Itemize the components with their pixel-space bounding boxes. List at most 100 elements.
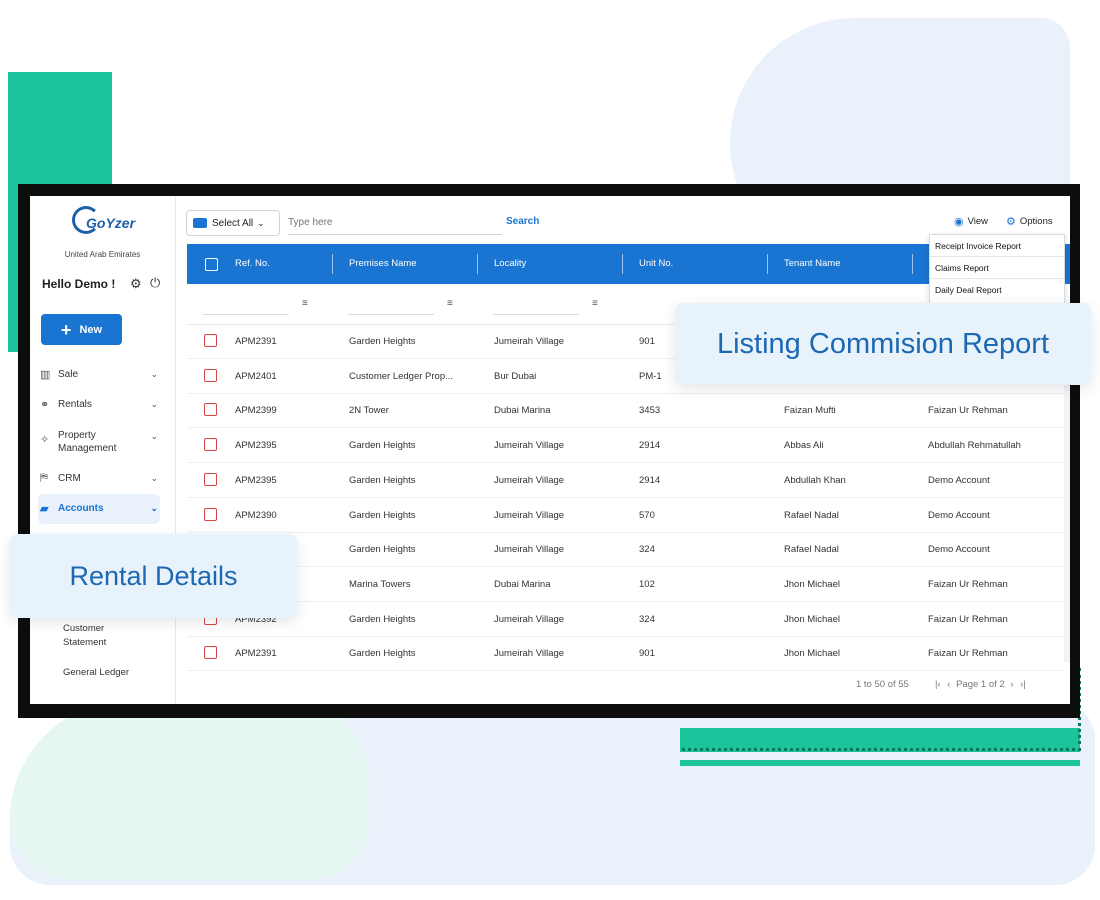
table-row[interactable]: APM2391 Garden Heights Jumeirah Village 901… [187,636,1064,672]
table-cell: Abbas Ali [784,440,824,452]
column-header-ref-no[interactable]: Ref. No. [235,258,270,269]
row-checkbox[interactable] [204,368,217,382]
view-button[interactable]: ◉ View [954,215,988,228]
menu-item-receipt-invoice-report[interactable]: Receipt Invoice Report [930,235,1064,257]
table-cell: Jhon Michael [784,613,840,625]
sidebar-item-label: Accounts [58,503,104,514]
table-row[interactable]: APM2395 Garden Heights Jumeirah Village 291… [187,428,1064,464]
search-input[interactable] [288,210,502,235]
page-indicator: Page 1 of 2 [956,679,1005,690]
rental-details-card: Rental Details [10,534,297,618]
table-cell: Abdullah Khan [784,474,846,486]
power-icon[interactable]: ⏻ [150,275,160,291]
table-cell: 324 [639,613,655,625]
filter-input-ref-no[interactable] [203,314,289,315]
first-page-icon[interactable]: |‹ [935,679,941,690]
new-button[interactable]: + New [41,314,122,345]
chevron-down-icon: ⌄ [150,431,158,441]
table-cell: Jumeirah Village [494,440,565,452]
column-header-tenant-name[interactable]: Tenant Name [784,258,841,269]
table-row[interactable]: APM2390 Garden Heights Jumeirah Village 570… [187,498,1064,533]
filter-icon[interactable]: ≡ [302,298,308,309]
table-cell: 3453 [639,405,661,417]
app-window: GoYzer United Arab Emirates Hello Demo !… [30,196,1070,704]
table-row[interactable]: APM2395 Garden Heights Jumeirah Village 291… [187,463,1064,498]
table-cell: Jumeirah Village [494,648,565,660]
brand-region: United Arab Emirates [64,250,141,259]
sidebar-subitem-customer-statement[interactable]: Customer Statement [63,622,133,650]
crm-icon: ⛿ [40,472,48,484]
row-checkbox[interactable] [204,334,217,347]
filter-icon[interactable]: ≡ [447,298,453,309]
table-cell: Faizan Ur Rehman [928,578,1008,590]
table-cell: Faizan Ur Rehman [928,613,1008,625]
last-page-icon[interactable]: ›| [1020,679,1026,690]
select-all-icon [193,218,207,228]
bar-chart-icon: ▥ [40,369,51,381]
sidebar: GoYzer United Arab Emirates Hello Demo !… [30,196,176,704]
table-cell: APM2399 [235,405,277,417]
sidebar-item-accounts[interactable]: ▰ Accounts ⌄ [40,502,160,515]
brand-logo: GoYzer [72,206,136,244]
table-row[interactable]: APM2399 2N Tower Dubai Marina 3453 Faizan Mu… [187,393,1064,429]
background-blob-bottom-left [10,700,370,880]
row-checkbox[interactable] [204,507,217,521]
filter-icon[interactable]: ≡ [592,298,598,309]
options-button[interactable]: ⚙ Options [1006,215,1053,228]
row-checkbox[interactable] [204,472,217,486]
brand-name: GoYzer [86,215,136,231]
table-row[interactable]: Garden Heights Jumeirah Village 324 Rafael … [187,532,1064,568]
row-checkbox[interactable] [204,438,217,452]
table-cell: 102 [639,578,655,590]
table-cell: 570 [639,509,655,521]
view-label: View [967,216,989,227]
table-cell: Faizan Ur Rehman [928,648,1008,660]
column-separator [477,254,478,274]
select-all-checkbox[interactable] [205,258,218,271]
table-row[interactable]: APM2392 Garden Heights Jumeirah Village 324… [187,602,1064,637]
filter-input-premises-name[interactable] [348,314,434,315]
row-checkbox[interactable] [204,646,217,660]
row-checkbox[interactable] [204,403,217,417]
table-cell: Demo Account [928,544,990,556]
search-button[interactable]: Search [506,216,539,227]
next-page-icon[interactable]: › [1010,679,1013,690]
prev-page-icon[interactable]: ‹ [947,679,950,690]
column-separator [767,254,768,274]
sidebar-item-sale[interactable]: ▥ Sale ⌄ [40,368,160,381]
select-all-dropdown[interactable]: Select All ⌄ [186,210,280,236]
table-cell: Garden Heights [349,474,416,486]
column-header-locality[interactable]: Locality [494,258,526,269]
pagination-controls: |‹ ‹ Page 1 of 2 › ›| [935,679,1026,690]
table-cell: Rafael Nadal [784,544,839,556]
table-cell: Abdullah Rehmatullah [928,440,1021,452]
table-cell: APM2390 [235,509,277,521]
table-cell: Garden Heights [349,336,416,347]
table-cell: Rafael Nadal [784,509,839,521]
chevron-down-icon: ⌄ [150,473,158,483]
table-cell: Faizan Ur Rehman [928,405,1008,417]
sidebar-item-crm[interactable]: ⛿ CRM ⌄ [40,472,160,485]
handshake-icon: ⚭ [40,399,50,411]
table-cell: Customer Ledger Prop... [349,370,454,382]
menu-item-claims-report[interactable]: Claims Report [930,257,1064,279]
filter-input-locality[interactable] [493,314,579,315]
gear-icon[interactable]: ⚙ [130,276,142,292]
menu-item-daily-deal-report[interactable]: Daily Deal Report [930,279,1064,301]
folder-icon: ▰ [40,503,49,515]
table-cell: APM2391 [235,336,277,347]
sidebar-subitem-general-ledger[interactable]: General Ledger [63,666,129,680]
sidebar-item-label: CRM [58,473,81,484]
table-cell: Jumeirah Village [494,509,565,521]
table-row[interactable]: Marina Towers Dubai Marina 102 Jhon Michael… [187,567,1064,602]
table-cell: Demo Account [928,509,990,521]
table-cell: Jumeirah Village [494,336,565,347]
table-cell: APM2395 [235,440,277,452]
sidebar-item-property-management[interactable]: ✧ Property Management ⌄ [40,429,160,455]
table-cell: Jumeirah Village [494,474,565,486]
column-header-premises-name[interactable]: Premises Name [349,258,417,269]
sidebar-item-rentals[interactable]: ⚭ Rentals ⌄ [40,398,160,411]
pagination-range: 1 to 50 of 55 [856,679,909,690]
column-header-unit-no[interactable]: Unit No. [639,258,673,269]
cogs-icon: ⚙ [1006,216,1016,228]
